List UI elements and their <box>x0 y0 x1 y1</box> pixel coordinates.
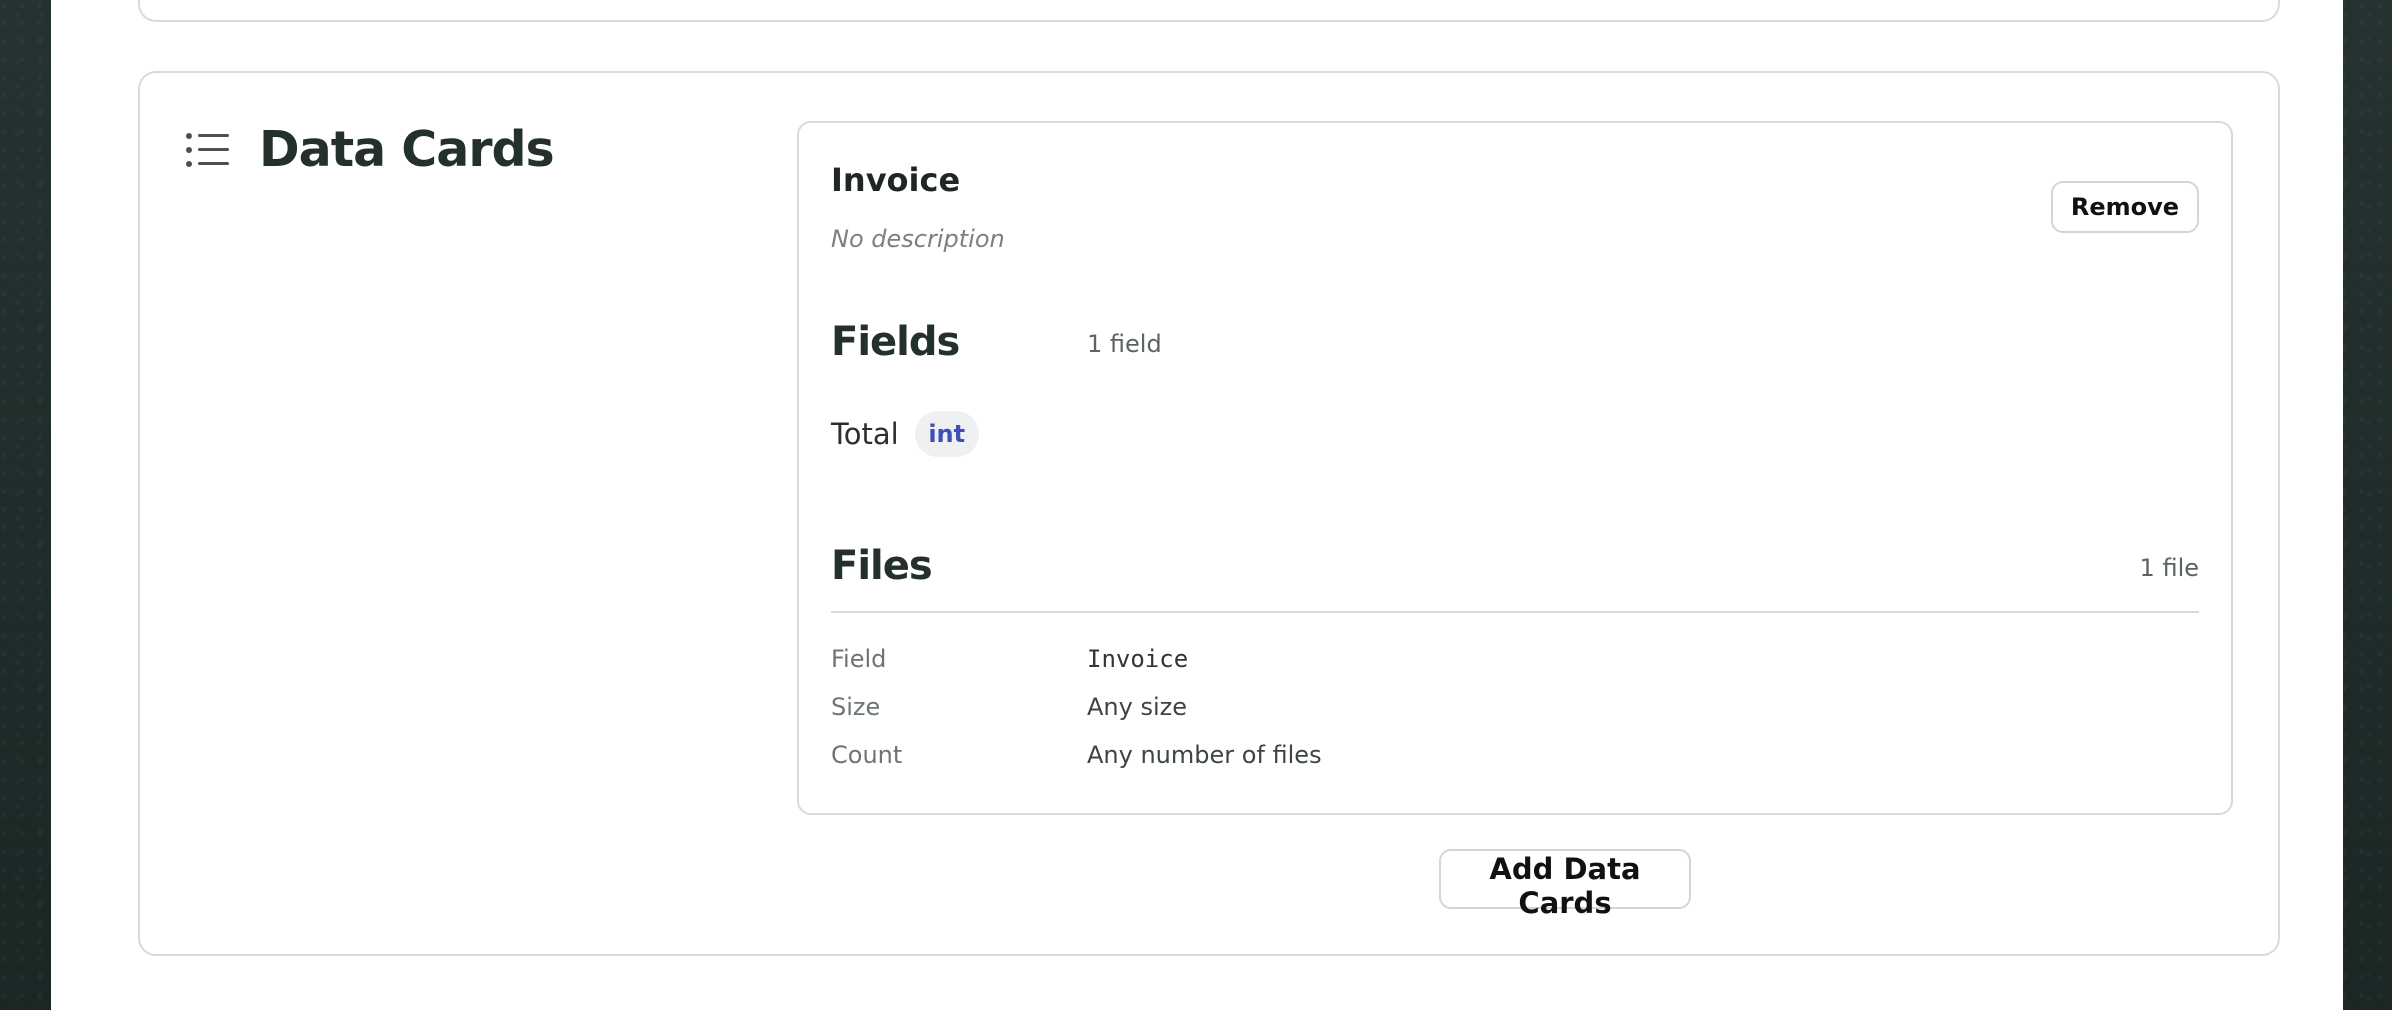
files-count: 1 file <box>2139 554 2199 582</box>
fields-heading: Fields <box>831 319 960 365</box>
field-type-badge: int <box>914 411 979 457</box>
section-heading: Data Cards <box>185 121 555 178</box>
file-value: Invoice <box>1087 645 1189 673</box>
file-row-count: Count Any number of files <box>831 741 1322 769</box>
fields-count: 1 field <box>1087 330 1162 358</box>
files-divider <box>831 611 2199 613</box>
file-key: Field <box>831 645 887 673</box>
data-cards-section: Data Cards Invoice No description Remove… <box>138 71 2280 956</box>
field-name: Total <box>831 417 899 451</box>
file-row-size: Size Any size <box>831 693 1187 721</box>
file-key: Size <box>831 693 881 721</box>
file-key: Count <box>831 741 903 769</box>
add-data-cards-button[interactable]: Add Data Cards <box>1439 849 1691 920</box>
section-title: Data Cards <box>259 121 555 178</box>
field-row: Total int <box>831 411 979 457</box>
remove-button[interactable]: Remove <box>2051 181 2199 233</box>
card-title: Invoice <box>831 161 961 199</box>
file-row-field: Field Invoice <box>831 645 1188 673</box>
invoice-data-card: Invoice No description Remove Fields 1 f… <box>797 121 2233 815</box>
page-surface: Data Cards Invoice No description Remove… <box>51 0 2343 1010</box>
file-value: Any size <box>1087 693 1187 721</box>
list-icon <box>186 132 229 167</box>
previous-section-card <box>138 0 2280 22</box>
file-value: Any number of files <box>1087 741 1322 769</box>
card-description: No description <box>831 225 1005 253</box>
files-heading: Files <box>831 543 933 589</box>
